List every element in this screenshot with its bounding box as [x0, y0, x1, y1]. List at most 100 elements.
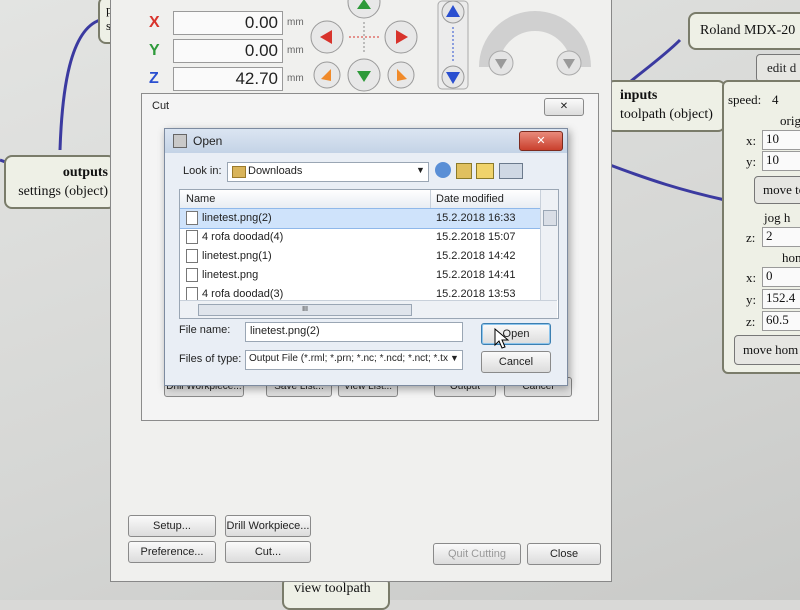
file-icon [186, 287, 198, 302]
file-name: linetest.png [202, 269, 259, 281]
file-name-value: linetest.png(2) [250, 325, 320, 337]
edit-button[interactable]: edit d [756, 54, 800, 82]
file-icon [186, 230, 198, 245]
quit-cutting-button[interactable]: Quit Cutting [433, 543, 521, 565]
new-folder-icon[interactable] [476, 163, 494, 179]
drill-workpiece-button[interactable]: Drill Workpiece... [225, 515, 311, 537]
cancel-button[interactable]: Cancel [481, 351, 551, 373]
y-unit: mm [287, 45, 304, 56]
x-coordinate-value: 0.00 [244, 13, 278, 32]
jog-z-label: z: [746, 230, 756, 245]
move-to-button[interactable]: move to [754, 176, 800, 204]
file-icon [186, 211, 198, 226]
jog-label: jog h [764, 210, 791, 225]
cut-dialog-close-button[interactable]: ✕ [544, 98, 584, 116]
chevron-down-icon: ▼ [416, 165, 425, 175]
open-dialog-app-icon [173, 134, 187, 148]
name-column-header[interactable]: Name [186, 193, 215, 205]
view-toolpath-label: view toolpath [294, 581, 371, 596]
y-coordinate-field[interactable]: 0.00 [173, 39, 283, 63]
origin-x-label: x: [746, 133, 757, 148]
horizontal-scroll-thumb[interactable]: III [198, 304, 412, 316]
x-axis-label: X [149, 14, 160, 31]
x-unit: mm [287, 17, 304, 28]
file-row[interactable]: linetest.png(1) 15.2.2018 14:42 [180, 247, 540, 266]
home-label: hom [782, 250, 800, 265]
origin-x-field[interactable]: 10 [762, 130, 800, 150]
mouse-cursor-icon [494, 328, 510, 349]
file-name: linetest.png(1) [202, 250, 272, 262]
file-rows: linetest.png(2) 15.2.2018 16:33 4 rofa doo… [180, 208, 541, 304]
up-folder-icon[interactable] [456, 163, 472, 179]
outputs-node[interactable]: outputs settings (object) [4, 155, 116, 209]
inputs-node-title: inputs [620, 88, 658, 103]
open-dialog-close-button[interactable]: ✕ [519, 131, 563, 151]
file-date: 15.2.2018 14:42 [436, 250, 516, 262]
y-coordinate-value: 0.00 [244, 41, 278, 60]
z-jog-pad [437, 0, 469, 90]
xy-jog-pad [310, 0, 418, 92]
look-in-value: Downloads [248, 165, 303, 177]
roland-title-text: Roland MDX-20 [700, 23, 796, 38]
home-z-field[interactable]: 60.5 [762, 311, 800, 331]
roland-node-title[interactable]: Roland MDX-20 [688, 12, 800, 50]
outputs-node-subtitle: settings (object) [18, 184, 108, 199]
home-z-label: z: [746, 314, 756, 329]
open-dialog-titlebar[interactable]: Open ✕ [165, 129, 567, 153]
file-icon [186, 249, 198, 264]
file-name: linetest.png(2) [202, 212, 272, 224]
origin-y-value: 10 [766, 152, 779, 167]
horizontal-scrollbar[interactable]: III [180, 300, 557, 318]
inputs-node-subtitle: toolpath (object) [620, 107, 713, 122]
inputs-node[interactable]: inputs toolpath (object) [606, 80, 726, 132]
speed-value[interactable]: 4 [772, 92, 779, 108]
file-name-input[interactable]: linetest.png(2) [245, 322, 463, 342]
file-date: 15.2.2018 14:41 [436, 269, 516, 281]
home-y-value: 152.4 [766, 290, 796, 305]
rotation-jog-pad [479, 11, 591, 76]
home-x-field[interactable]: 0 [762, 267, 800, 287]
back-icon[interactable] [435, 162, 451, 178]
y-axis-label: Y [149, 42, 160, 59]
vertical-scroll-thumb[interactable] [543, 210, 557, 226]
look-in-select[interactable]: Downloads ▼ [227, 162, 429, 182]
origin-y-label: y: [746, 154, 757, 169]
move-home-button[interactable]: move hom [734, 335, 800, 365]
x-coordinate-field[interactable]: 0.00 [173, 11, 283, 35]
close-button[interactable]: Close [527, 543, 601, 565]
z-unit: mm [287, 73, 304, 84]
open-dialog-title: Open [193, 134, 223, 148]
home-y-field[interactable]: 152.4 [762, 289, 800, 309]
open-button[interactable]: Open [481, 323, 551, 345]
file-type-value: Output File (*.rml; *.prn; *.nc; *.ncd; … [249, 353, 448, 364]
preference-button[interactable]: Preference... [128, 541, 216, 563]
file-list: Name Date modified linetest.png(2) 15.2.2… [179, 189, 559, 319]
file-list-header: Name Date modified [180, 190, 540, 209]
file-date: 15.2.2018 15:07 [436, 231, 516, 243]
z-coordinate-value: 42.70 [235, 69, 278, 88]
vertical-scrollbar[interactable] [540, 190, 558, 300]
setup-button[interactable]: Setup... [128, 515, 216, 537]
file-row[interactable]: 4 rofa doodad(4) 15.2.2018 15:07 [180, 228, 540, 247]
file-row[interactable]: linetest.png 15.2.2018 14:41 [180, 266, 540, 285]
view-menu-icon[interactable] [499, 163, 523, 179]
origin-y-field[interactable]: 10 [762, 151, 800, 171]
close-icon: ✕ [559, 101, 569, 112]
roland-settings-panel: speed: 4 orig x: 10 y: 10 move to jog h … [722, 80, 800, 374]
date-column-header[interactable]: Date modified [436, 193, 504, 205]
cut-button[interactable]: Cut... [225, 541, 311, 563]
outputs-node-title: outputs [62, 165, 108, 180]
origin-x-value: 10 [766, 131, 779, 146]
home-y-label: y: [746, 292, 757, 307]
origin-label: orig [780, 113, 800, 128]
file-icon [186, 268, 198, 283]
folder-icon [232, 166, 246, 178]
jog-z-field[interactable]: 2 [762, 227, 800, 247]
file-row[interactable]: linetest.png(2) 15.2.2018 16:33 [180, 208, 541, 229]
file-name-label: File name: [179, 324, 231, 336]
close-icon: ✕ [536, 135, 546, 147]
scroll-grip: III [302, 306, 308, 313]
z-coordinate-field[interactable]: 42.70 [173, 67, 283, 91]
file-type-select[interactable]: Output File (*.rml; *.prn; *.nc; *.ncd; … [245, 350, 463, 370]
home-x-label: x: [746, 270, 757, 285]
